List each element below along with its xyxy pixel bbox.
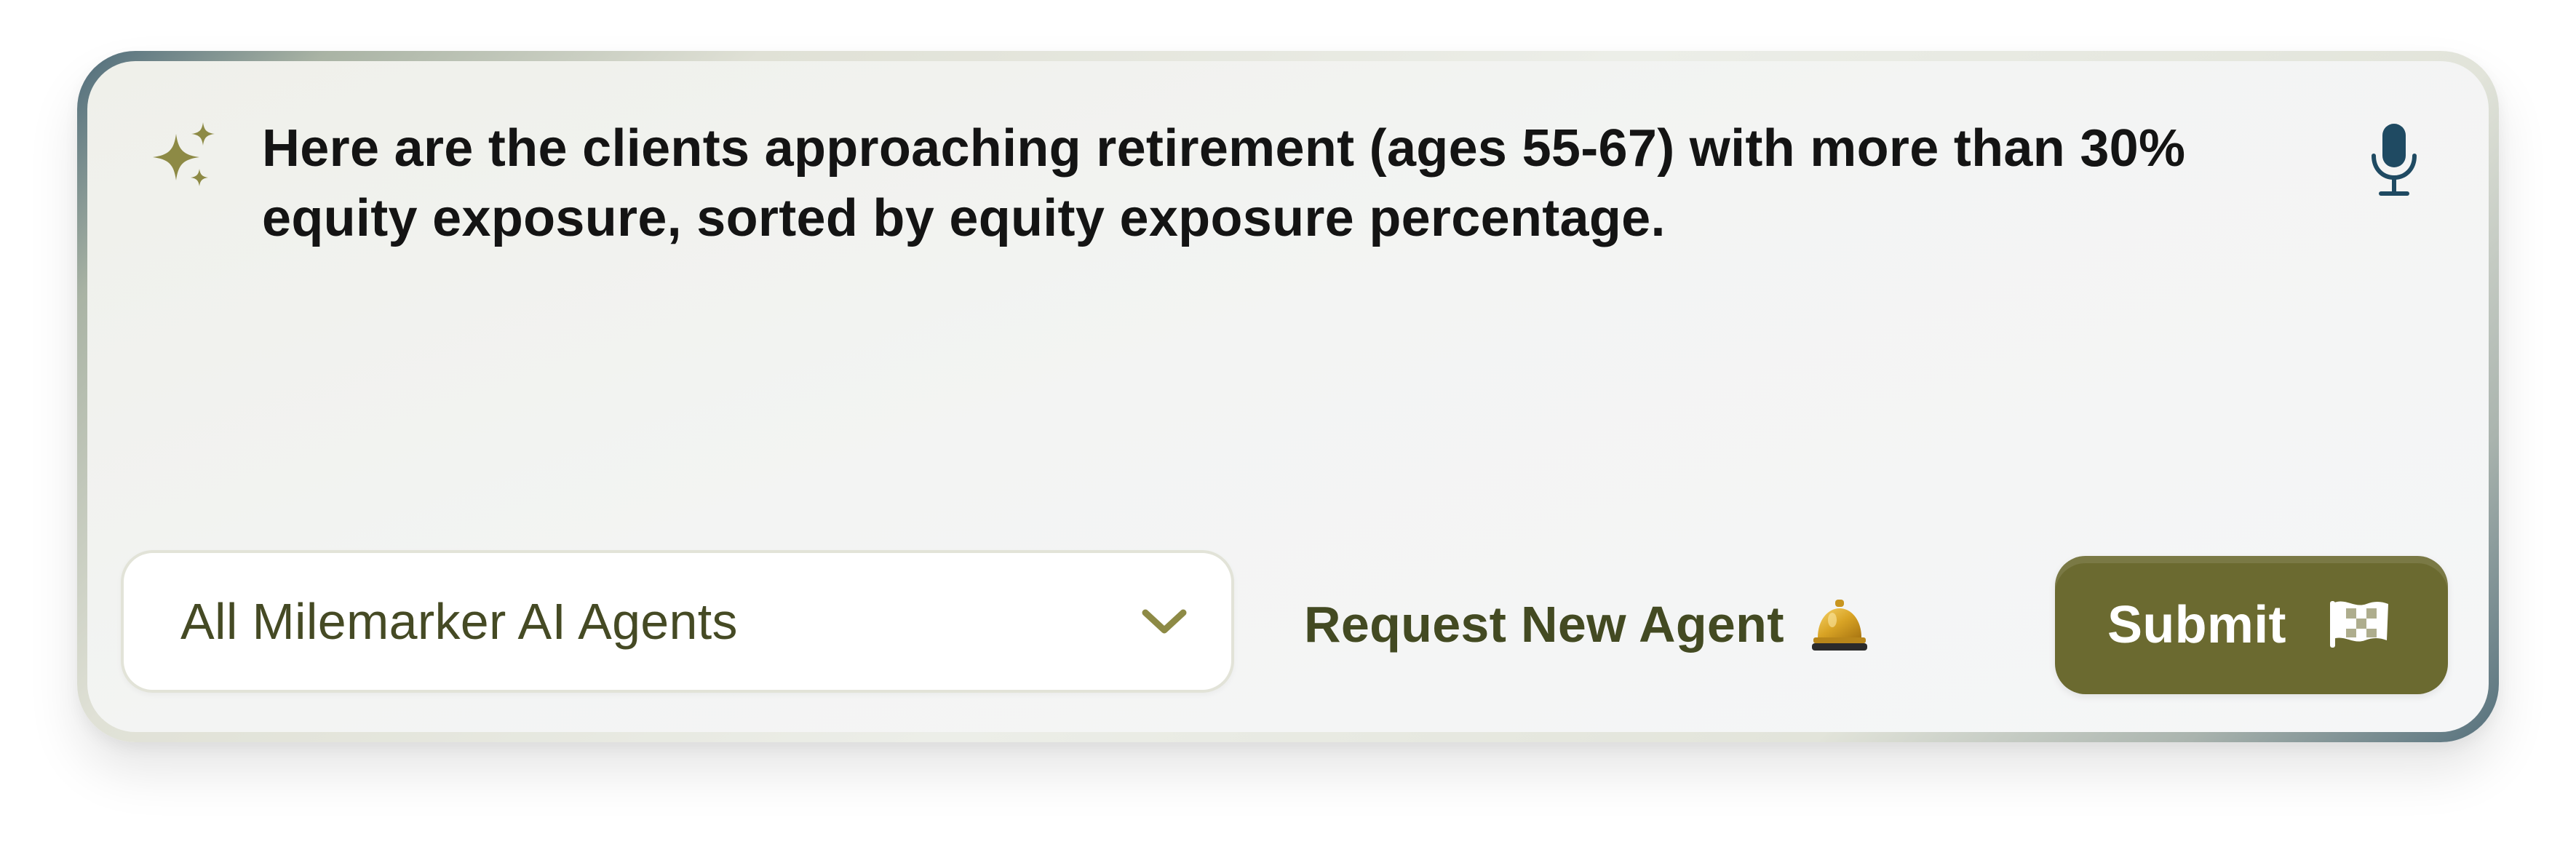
microphone-icon[interactable] <box>2365 119 2423 199</box>
prompt-card: Here are the clients approaching retirem… <box>87 61 2489 732</box>
request-new-agent-label: Request New Agent <box>1304 596 1784 653</box>
agent-select-dropdown[interactable]: All Milemarker AI Agents <box>121 550 1234 693</box>
submit-label: Submit <box>2107 596 2286 654</box>
chevron-down-icon <box>1142 609 1187 634</box>
submit-button[interactable]: Submit <box>2055 556 2448 694</box>
agent-select-value: All Milemarker AI Agents <box>180 593 738 650</box>
prompt-card-border: Here are the clients approaching retirem… <box>77 51 2499 742</box>
service-bell-icon <box>1811 600 1867 651</box>
prompt-text[interactable]: Here are the clients approaching retirem… <box>262 114 2299 253</box>
checkered-flag-icon <box>2330 601 2388 648</box>
request-new-agent-link[interactable]: Request New Agent <box>1304 588 1869 661</box>
sparkle-icon <box>153 122 215 186</box>
